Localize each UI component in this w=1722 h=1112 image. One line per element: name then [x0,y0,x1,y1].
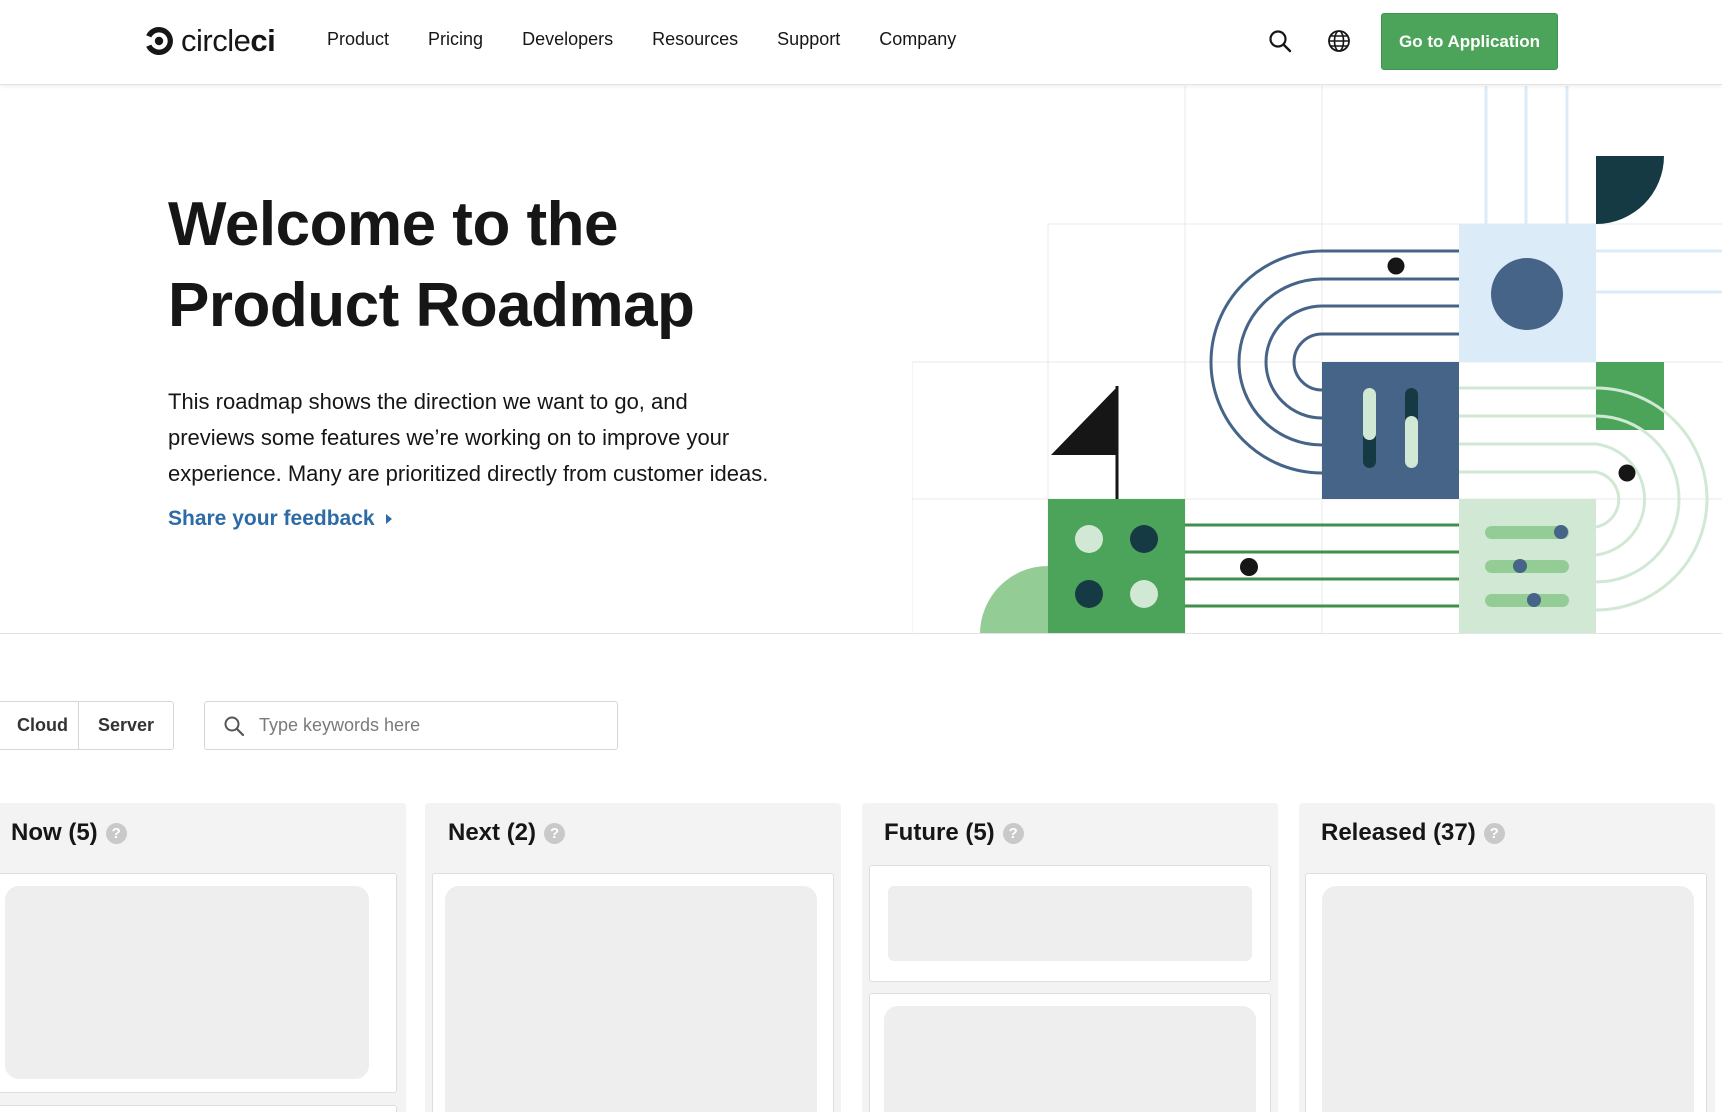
nav-pricing[interactable]: Pricing [428,29,483,50]
slate-circle [1491,258,1563,330]
roadmap-card[interactable] [432,873,834,1112]
search-icon [224,716,245,736]
hero-section: Welcome to the Product Roadmap This road… [0,86,1722,634]
title-line-2: Product Roadmap [168,271,695,340]
right-lines [1596,249,1722,294]
nav-developers[interactable]: Developers [522,29,613,50]
dot [1387,257,1405,275]
caret-right-icon [385,514,392,524]
site-header: circleci Product Pricing Developers Reso… [0,0,1722,85]
card-placeholder [1322,886,1694,1112]
title-line-1: Welcome to the [168,190,619,259]
top-lines [1484,86,1569,224]
column-released: Released (37) ? [1299,803,1715,1112]
circleci-logo-icon [146,26,173,55]
column-now: Now (5) ? [0,803,406,1112]
segment-server[interactable]: Server [79,702,173,749]
nav-product[interactable]: Product [327,29,389,50]
column-title: Next (2) [448,819,537,846]
deployment-segmented-control: Cloud Server [0,701,174,750]
flag-icon [1051,387,1117,455]
description-line-1: This roadmap shows the direction we want… [168,389,688,414]
roadmap-card[interactable] [0,873,397,1093]
column-next: Next (2) ? [425,803,841,1112]
green-dice-square [1048,499,1185,633]
help-icon[interactable]: ? [1002,822,1024,844]
dot [1240,558,1258,576]
share-feedback-link[interactable]: Share your feedback [168,507,393,531]
card-placeholder [5,886,369,1079]
page-title: Welcome to the Product Roadmap [168,184,695,346]
card-placeholder [445,886,817,1112]
column-header: Future (5) ? [884,803,1024,863]
nav-company[interactable]: Company [879,29,956,50]
teal-quarter-shape [1596,156,1664,224]
logo-wordmark: circleci [181,23,276,58]
column-title: Released (37) [1321,819,1476,846]
help-icon[interactable]: ? [1483,822,1505,844]
roadmap-illustration [912,86,1722,633]
green-small-square [1596,362,1664,430]
circleci-logo[interactable]: circleci [143,23,276,58]
column-future: Future (5) ? [862,803,1278,1112]
description-line-2: previews some features we’re working on … [168,425,730,450]
hero-description: This roadmap shows the direction we want… [168,384,848,492]
column-header: Released (37) ? [1321,803,1505,863]
help-icon[interactable]: ? [544,822,566,844]
roadmap-card[interactable] [0,1105,397,1112]
search-icon[interactable] [1267,28,1293,54]
globe-icon[interactable] [1326,28,1352,54]
nav-resources[interactable]: Resources [652,29,738,50]
roadmap-card[interactable] [869,865,1271,982]
roadmap-card[interactable] [1305,873,1707,1112]
column-header: Now (5) ? [11,803,127,863]
card-placeholder [884,1006,1256,1112]
dot [1618,464,1636,482]
roadmap-card[interactable] [869,993,1271,1112]
card-placeholder [888,886,1252,961]
column-title: Now (5) [11,819,98,846]
search-input[interactable] [259,715,599,736]
help-icon[interactable]: ? [105,822,127,844]
share-feedback-label: Share your feedback [168,507,375,530]
column-header: Next (2) ? [448,803,566,863]
search-box [204,701,618,750]
slate-square [1322,362,1459,499]
go-to-application-button[interactable]: Go to Application [1381,13,1558,70]
nav-support[interactable]: Support [777,29,840,50]
main-nav: Product Pricing Developers Resources Sup… [327,29,995,50]
segment-cloud[interactable]: Cloud [0,702,79,749]
light-green-quarter [980,566,1048,633]
description-line-3: experience. Many are prioritized directl… [168,461,769,486]
column-title: Future (5) [884,819,995,846]
